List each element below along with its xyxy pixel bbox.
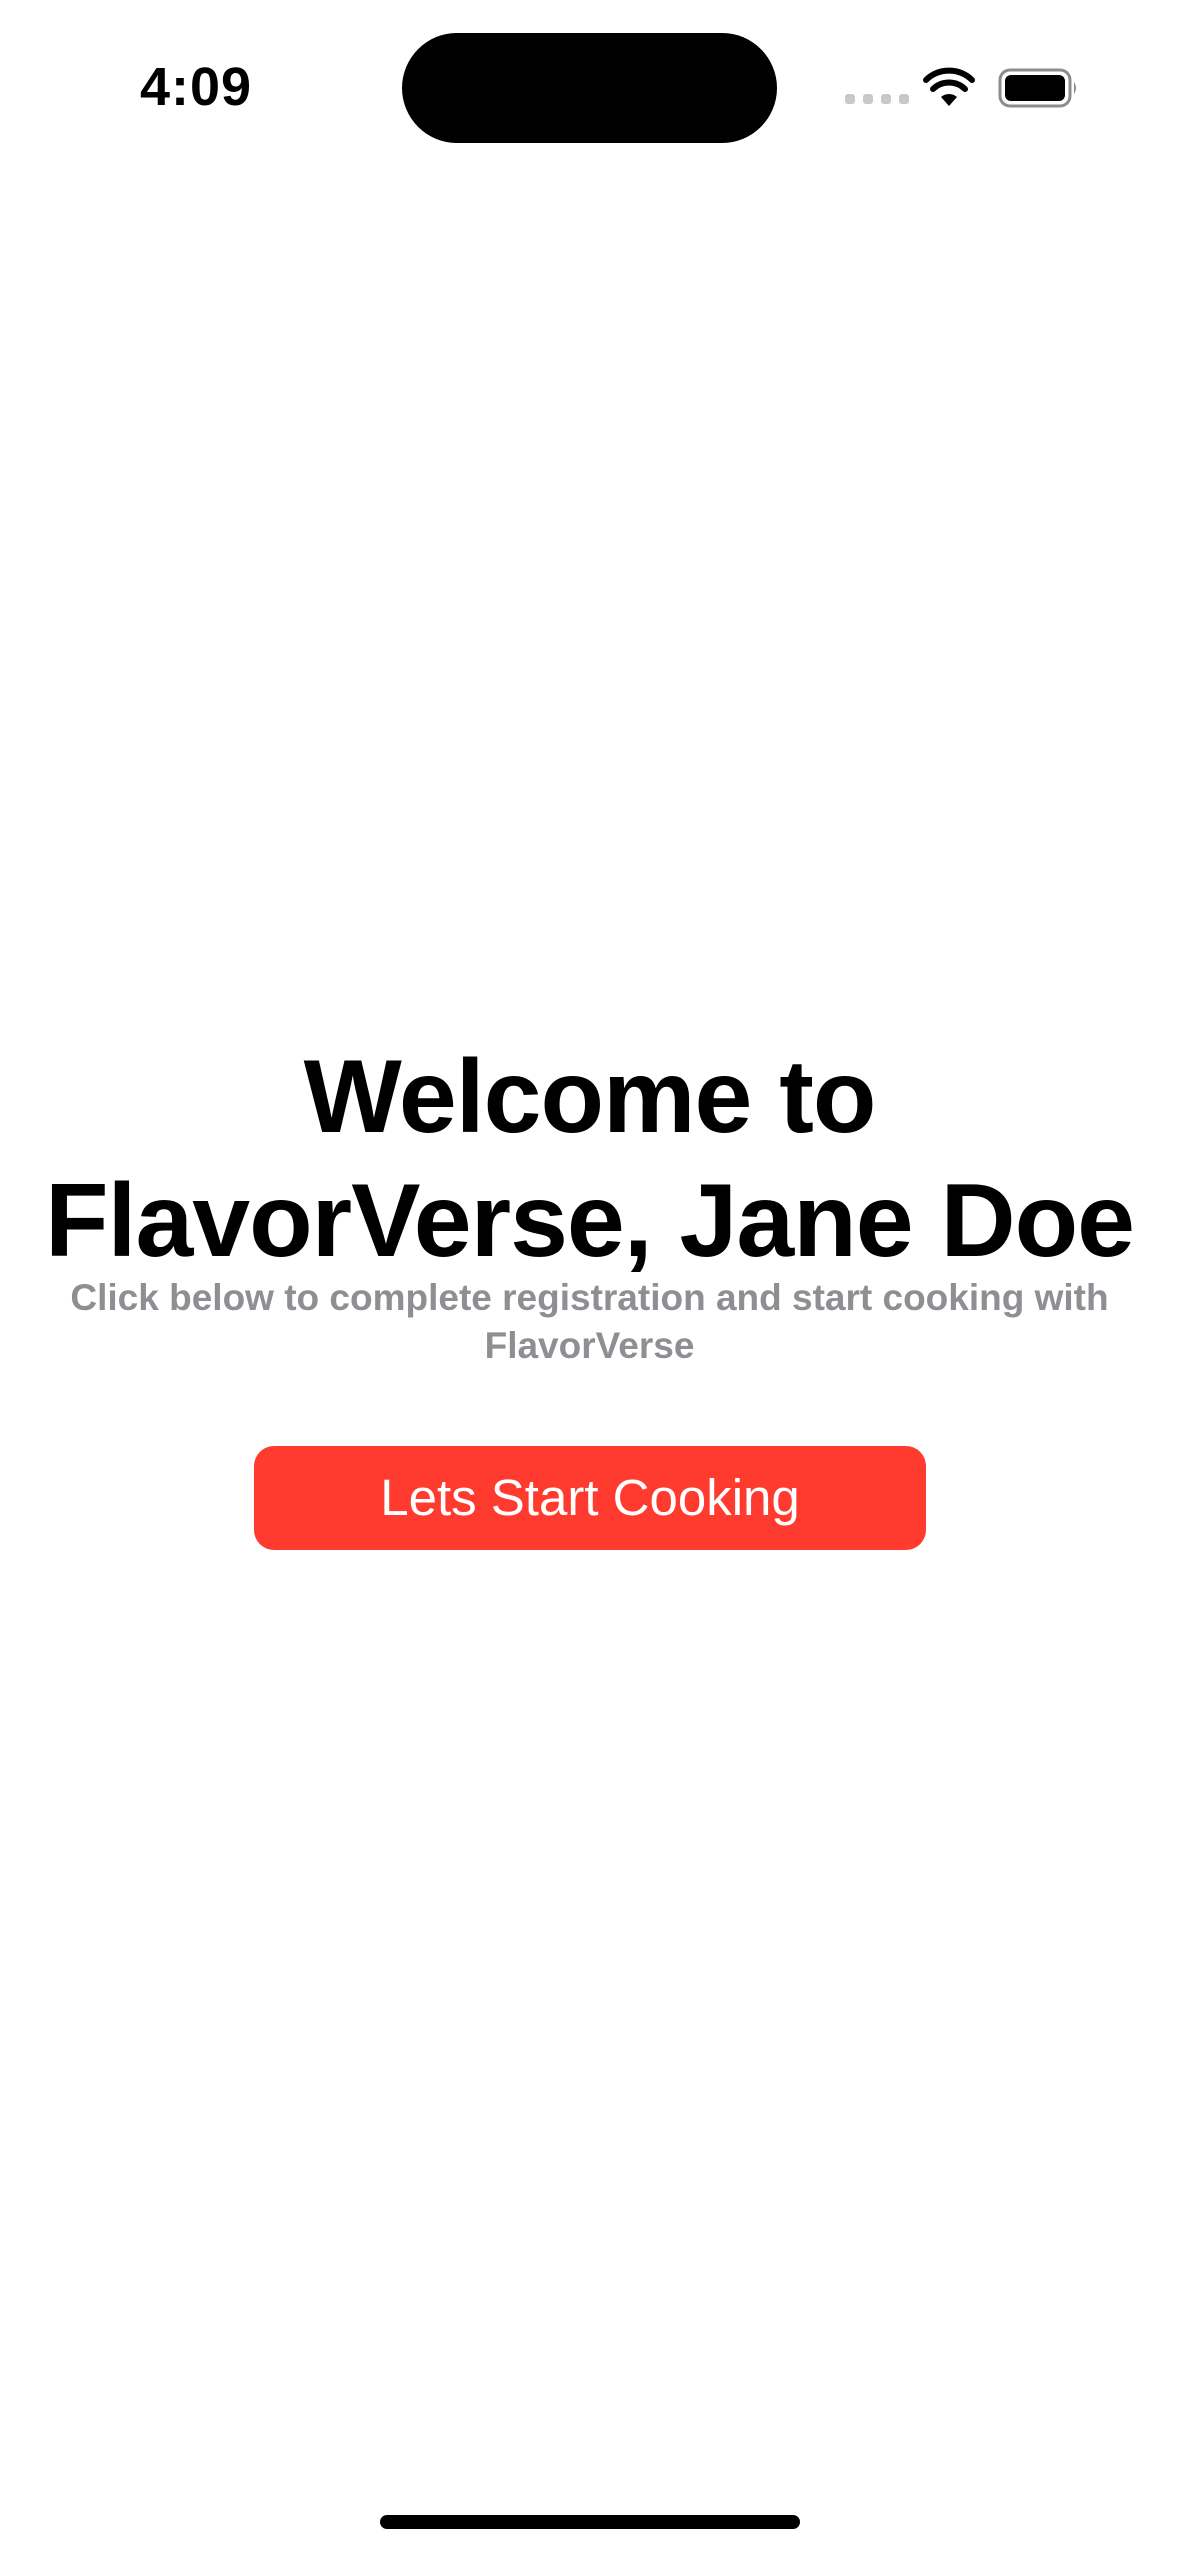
registration-subtitle: Click below to complete registration and… <box>70 1277 1109 1366</box>
cellular-signal-icon <box>845 94 909 104</box>
start-cooking-button[interactable]: Lets Start Cooking <box>254 1446 926 1550</box>
status-time: 4:09 <box>140 57 253 117</box>
battery-icon <box>998 68 1076 108</box>
welcome-screen: 4:09 Welcome to FlavorVerse, Jane Doe Cl… <box>0 0 1179 2556</box>
wifi-icon <box>923 67 975 106</box>
welcome-title: Welcome to FlavorVerse, Jane Doe <box>45 1039 1135 1279</box>
home-indicator[interactable] <box>380 2515 800 2529</box>
dynamic-island <box>402 33 777 143</box>
